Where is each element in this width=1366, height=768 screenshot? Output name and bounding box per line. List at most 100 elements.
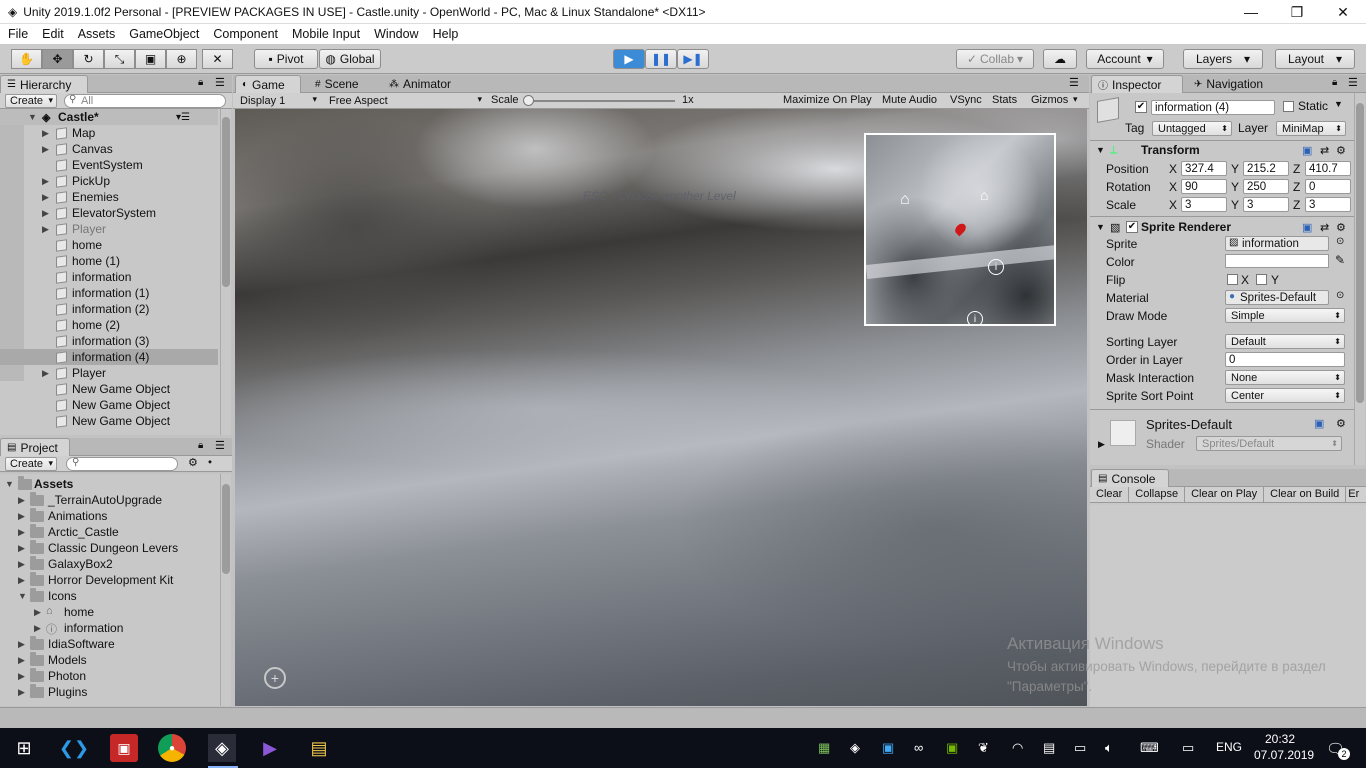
project-item[interactable]: ▶ Photon: [0, 668, 218, 684]
project-scroll-thumb[interactable]: [222, 484, 230, 574]
chrome-icon[interactable]: ●: [158, 734, 186, 762]
expand-arrow-icon[interactable]: ▶: [18, 527, 25, 538]
action-center-display-icon[interactable]: ▭: [1182, 740, 1194, 756]
hierarchy-item[interactable]: home: [0, 237, 218, 253]
pivot-button[interactable]: ▪ Pivot: [254, 49, 318, 69]
color-swatch[interactable]: [1225, 254, 1329, 268]
sprite-sort-point-dropdown[interactable]: Center: [1225, 388, 1345, 403]
project-item[interactable]: ▶ Animations: [0, 508, 218, 524]
hierarchy-item[interactable]: information: [0, 269, 218, 285]
display-dropdown[interactable]: Display 1: [236, 94, 320, 108]
tab-project[interactable]: ▤ Project: [0, 438, 70, 456]
collab-dropdown[interactable]: ✓ Collab ▾: [956, 49, 1034, 69]
hierarchy-item[interactable]: New Game Object: [0, 381, 218, 397]
draw-mode-dropdown[interactable]: Simple: [1225, 308, 1345, 323]
shader-dropdown[interactable]: Sprites/Default: [1196, 436, 1342, 451]
active-checkbox[interactable]: ✔: [1135, 101, 1147, 113]
layout-dropdown[interactable]: Layout ▾: [1275, 49, 1355, 69]
expand-arrow-icon[interactable]: ▶: [18, 495, 25, 506]
project-item[interactable]: ▶ Arctic_Castle: [0, 524, 218, 540]
menu-window[interactable]: Window: [374, 27, 418, 41]
project-item[interactable]: ▶ _TerrainAutoUpgrade: [0, 492, 218, 508]
hierarchy-item[interactable]: ▶ Map: [0, 125, 218, 141]
tray-unity-icon[interactable]: ◈: [850, 740, 860, 756]
close-button[interactable]: ✕: [1320, 0, 1366, 24]
hierarchy-search-input[interactable]: All: [64, 94, 226, 108]
panel-menu-icon[interactable]: ☰: [1348, 76, 1358, 89]
scene-row[interactable]: ▼ ◈ Castle* ▾☰: [0, 109, 218, 125]
account-dropdown[interactable]: Account ▾: [1086, 49, 1164, 69]
battery-icon[interactable]: ▭: [1074, 740, 1086, 756]
material-field[interactable]: Sprites-Default: [1225, 290, 1329, 305]
tab-navigation[interactable]: ✈ Navigation: [1188, 75, 1269, 93]
sorting-layer-dropdown[interactable]: Default: [1225, 334, 1345, 349]
unity-taskbar-icon[interactable]: ◈: [208, 734, 236, 762]
order-in-layer-field[interactable]: 0: [1225, 352, 1345, 367]
crosshair-add-icon[interactable]: +: [264, 667, 286, 689]
lock-icon[interactable]: 🔒︎: [198, 77, 203, 88]
hierarchy-item[interactable]: ▶ PickUp: [0, 173, 218, 189]
scale-slider-track[interactable]: [529, 100, 675, 102]
rotation-y-field[interactable]: 250: [1243, 179, 1289, 194]
minimize-button[interactable]: —: [1228, 0, 1274, 24]
gear-icon[interactable]: ⚙: [1336, 144, 1346, 157]
hierarchy-item[interactable]: information (3): [0, 333, 218, 349]
preset-icon[interactable]: ⇄: [1320, 144, 1329, 157]
help-icon[interactable]: ▣: [1302, 144, 1312, 157]
expand-arrow-icon[interactable]: ▶: [42, 224, 49, 235]
collapse-arrow-icon[interactable]: ▼: [5, 479, 14, 489]
clock-date[interactable]: 07.07.2019: [1254, 748, 1314, 762]
global-button[interactable]: ◍ Global: [319, 49, 381, 69]
tab-scene[interactable]: # Scene: [309, 75, 365, 93]
move-tool-icon[interactable]: ✥: [42, 49, 73, 69]
panel-menu-icon[interactable]: ☰: [215, 76, 225, 89]
filter-label-icon[interactable]: ⬩: [208, 456, 212, 469]
flip-x-checkbox[interactable]: [1227, 274, 1238, 285]
scale-x-field[interactable]: 3: [1181, 197, 1227, 212]
clock-time[interactable]: 20:32: [1265, 732, 1295, 746]
assets-root-row[interactable]: ▼ Assets: [0, 476, 218, 492]
expand-arrow-icon[interactable]: ▶: [18, 559, 25, 570]
sprite-renderer-header[interactable]: ▼ ▧ ✔ Sprite Renderer ▣ ⇄ ⚙: [1090, 218, 1354, 236]
expand-arrow-icon[interactable]: ▶: [42, 368, 49, 379]
project-scrollbar[interactable]: [220, 474, 231, 706]
project-item[interactable]: ▶ Models: [0, 652, 218, 668]
expand-arrow-icon[interactable]: ▶: [42, 144, 49, 155]
rotate-tool-icon[interactable]: ↻: [73, 49, 104, 69]
file-explorer-icon[interactable]: ▤: [305, 734, 333, 762]
scene-menu-icon[interactable]: ▾☰: [176, 112, 190, 123]
menu-help[interactable]: Help: [433, 27, 459, 41]
hierarchy-item[interactable]: ▶ Player: [0, 365, 218, 381]
expand-arrow-icon[interactable]: ▶: [18, 639, 25, 650]
menu-component[interactable]: Component: [213, 27, 278, 41]
tab-inspector[interactable]: ⓘ Inspector: [1091, 75, 1183, 93]
project-item[interactable]: ▶ ⌂ home: [0, 604, 218, 620]
preset-icon[interactable]: ⇄: [1320, 221, 1329, 234]
rect-tool-icon[interactable]: ▣: [135, 49, 166, 69]
lock-icon[interactable]: 🔒︎: [1332, 77, 1337, 88]
menu-file[interactable]: File: [8, 27, 28, 41]
expand-arrow-icon[interactable]: ▶: [18, 575, 25, 586]
menu-gameobject[interactable]: GameObject: [129, 27, 199, 41]
mute-audio-toggle[interactable]: Mute Audio: [882, 94, 937, 106]
restore-button[interactable]: ❐: [1274, 0, 1320, 24]
tray-app-icon[interactable]: ❦: [978, 740, 989, 756]
gear-icon[interactable]: ⚙: [1336, 417, 1346, 430]
position-z-field[interactable]: 410.7: [1305, 161, 1351, 176]
expand-arrow-icon[interactable]: ▶: [18, 543, 25, 554]
visual-studio-icon[interactable]: ▶: [256, 734, 284, 762]
console-clear-on-play-button[interactable]: Clear on Play: [1185, 487, 1265, 502]
vscode-icon[interactable]: ❮❯: [59, 734, 89, 762]
object-picker-icon[interactable]: ⊙: [1336, 236, 1344, 247]
tray-device-icon[interactable]: ▤: [1043, 740, 1055, 756]
tab-game[interactable]: ◐ Game: [235, 75, 301, 93]
expand-arrow-icon[interactable]: ▶: [42, 208, 49, 219]
console-error-pause-button[interactable]: Er: [1346, 487, 1361, 502]
stats-toggle[interactable]: Stats: [992, 94, 1017, 106]
game-viewport[interactable]: ESC - Choose another Level ⌂ ⌂ i i +: [235, 109, 1087, 706]
rotation-x-field[interactable]: 90: [1181, 179, 1227, 194]
object-name-field[interactable]: information (4): [1151, 100, 1275, 115]
project-create-dropdown[interactable]: Create: [5, 457, 57, 471]
hierarchy-item[interactable]: New Game Object: [0, 397, 218, 413]
tab-console[interactable]: ▤ Console: [1091, 469, 1169, 487]
